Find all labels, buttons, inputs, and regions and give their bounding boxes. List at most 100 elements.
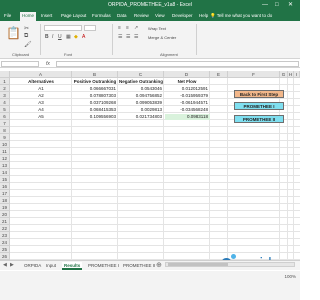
sheet-tab-results[interactable]: Results xyxy=(62,262,83,270)
tab-developer[interactable]: Developer xyxy=(172,13,193,18)
cell-negative-outranking[interactable]: 0.099053839 xyxy=(118,100,162,105)
cell-alternative[interactable]: A3 xyxy=(10,100,72,105)
fx-label[interactable]: fx xyxy=(46,61,50,67)
row-header[interactable]: 24 xyxy=(0,239,10,246)
tab-view[interactable]: View xyxy=(155,13,165,18)
tab-file[interactable]: File xyxy=(4,13,11,18)
row-header[interactable]: 11 xyxy=(0,148,10,155)
tab-review[interactable]: Review xyxy=(134,13,149,18)
align-middle-icon[interactable]: ≡ xyxy=(126,25,129,31)
column-header[interactable]: A xyxy=(10,71,72,78)
cell-net-flow[interactable]: 0.0983118 xyxy=(164,114,208,119)
underline-icon[interactable]: U xyxy=(58,34,62,40)
cut-icon[interactable]: ✂ xyxy=(24,25,29,32)
select-all-corner[interactable] xyxy=(0,71,10,78)
align-left-icon[interactable]: ☰ xyxy=(118,34,122,40)
wrap-text-button[interactable]: Wrap Text xyxy=(148,26,166,31)
cell-net-flow[interactable]: -0.061944571 xyxy=(164,100,208,105)
bold-icon[interactable]: B xyxy=(45,34,49,40)
cell-net-flow[interactable]: -0.015959379 xyxy=(164,93,208,98)
row-header[interactable]: 14 xyxy=(0,169,10,176)
next-sheet-icon[interactable]: ▶ xyxy=(10,262,14,268)
copy-icon[interactable]: ⧉ xyxy=(24,33,28,40)
row-header[interactable]: 7 xyxy=(0,120,10,127)
cell-alternative[interactable]: A2 xyxy=(10,93,72,98)
italic-icon[interactable]: I xyxy=(52,34,53,40)
add-sheet-icon[interactable]: ⊕ xyxy=(156,261,162,269)
cell-alternative[interactable]: A1 xyxy=(10,86,72,91)
format-painter-icon[interactable]: 🖌 xyxy=(24,41,32,48)
row-header[interactable]: 25 xyxy=(0,246,10,253)
cell-negative-outranking[interactable]: 0.094756852 xyxy=(118,93,162,98)
cell-net-flow[interactable]: -0.034568248 xyxy=(164,107,208,112)
paste-icon[interactable]: 📋 xyxy=(6,26,21,40)
row-header[interactable]: 5 xyxy=(0,106,10,113)
font-name-select[interactable] xyxy=(44,25,82,31)
sheet-tab-input[interactable]: Input xyxy=(44,262,58,270)
row-header[interactable]: 23 xyxy=(0,232,10,239)
row-header[interactable]: 13 xyxy=(0,162,10,169)
promethee-ii-button[interactable]: PROMETHEE II xyxy=(234,115,284,123)
tab-insert[interactable]: Insert xyxy=(41,13,52,18)
tab-page-layout[interactable]: Page Layout xyxy=(61,13,86,18)
align-top-icon[interactable]: ≡ xyxy=(118,25,121,31)
column-header[interactable]: E xyxy=(210,71,228,78)
row-header[interactable]: 4 xyxy=(0,99,10,106)
row-header[interactable]: 1 xyxy=(0,78,10,85)
back-to-first-step-button[interactable]: Back to First Step xyxy=(234,90,284,98)
font-color-icon[interactable]: A xyxy=(82,34,85,40)
row-header[interactable]: 2 xyxy=(0,85,10,92)
tab-help[interactable]: Help xyxy=(199,13,208,18)
row-header[interactable]: 18 xyxy=(0,197,10,204)
cell-positive-outranking[interactable]: 0.068415353 xyxy=(72,107,116,112)
scrollbar-thumb[interactable] xyxy=(168,263,228,266)
maximize-button[interactable]: □ xyxy=(275,1,279,9)
fill-color-icon[interactable]: ◆ xyxy=(74,34,78,40)
column-header[interactable]: I xyxy=(294,71,300,78)
row-header[interactable]: 15 xyxy=(0,176,10,183)
formula-input[interactable] xyxy=(56,61,299,67)
row-header[interactable]: 21 xyxy=(0,218,10,225)
row-header[interactable]: 17 xyxy=(0,190,10,197)
horizontal-scrollbar[interactable] xyxy=(165,262,295,267)
name-box[interactable] xyxy=(1,61,39,67)
row-header[interactable]: 6 xyxy=(0,113,10,120)
promethee-i-button[interactable]: PROMETHEE I xyxy=(234,102,284,110)
sheet-tab-promethee-ii[interactable]: PROMETHEE II xyxy=(121,262,157,270)
worksheet-grid[interactable]: A B C D E F G H I 1 2 3 4 5 6 7 8 9 10 11 12 13 14 15 1… xyxy=(0,71,300,260)
column-header[interactable]: D xyxy=(164,71,210,78)
minimize-button[interactable]: — xyxy=(262,1,268,9)
sheet-tab-orpida[interactable]: ORPIDA xyxy=(22,262,43,270)
row-header[interactable]: 19 xyxy=(0,204,10,211)
column-header[interactable]: F xyxy=(228,71,280,78)
column-header[interactable]: B xyxy=(72,71,118,78)
prev-sheet-icon[interactable]: ◀ xyxy=(3,262,7,268)
row-header[interactable]: 16 xyxy=(0,183,10,190)
cell-net-flow[interactable]: 0.012012591 xyxy=(164,86,208,91)
row-header[interactable]: 9 xyxy=(0,134,10,141)
tell-me-search[interactable]: 💡 Tell me what you want to do xyxy=(210,13,272,19)
align-center-icon[interactable]: ☰ xyxy=(126,34,130,40)
cell-positive-outranking[interactable]: 0.078807303 xyxy=(72,93,116,98)
zoom-level[interactable]: 100% xyxy=(284,274,296,279)
font-size-select[interactable] xyxy=(84,25,96,31)
cell-positive-outranking[interactable]: 0.066667031 xyxy=(72,86,116,91)
align-right-icon[interactable]: ☰ xyxy=(134,34,138,40)
tab-data[interactable]: Data xyxy=(117,13,127,18)
row-header[interactable]: 12 xyxy=(0,155,10,162)
borders-icon[interactable]: ▦ xyxy=(66,34,71,40)
column-header[interactable]: C xyxy=(118,71,164,78)
row-header[interactable]: 22 xyxy=(0,225,10,232)
row-header[interactable]: 10 xyxy=(0,141,10,148)
row-header[interactable]: 26 xyxy=(0,253,10,260)
column-header[interactable]: G xyxy=(280,71,288,78)
cell-negative-outranking[interactable]: 0.0543046 xyxy=(118,86,162,91)
cell-negative-outranking[interactable]: 0.021734803 xyxy=(118,114,162,119)
row-header[interactable]: 3 xyxy=(0,92,10,99)
row-header[interactable]: 8 xyxy=(0,127,10,134)
cell-alternative[interactable]: A5 xyxy=(10,114,72,119)
close-button[interactable]: ✕ xyxy=(288,1,293,9)
orientation-icon[interactable]: ↗ xyxy=(134,25,138,31)
tab-formulas[interactable]: Formulas xyxy=(92,13,111,18)
cell-positive-outranking[interactable]: 0.109556903 xyxy=(72,114,116,119)
